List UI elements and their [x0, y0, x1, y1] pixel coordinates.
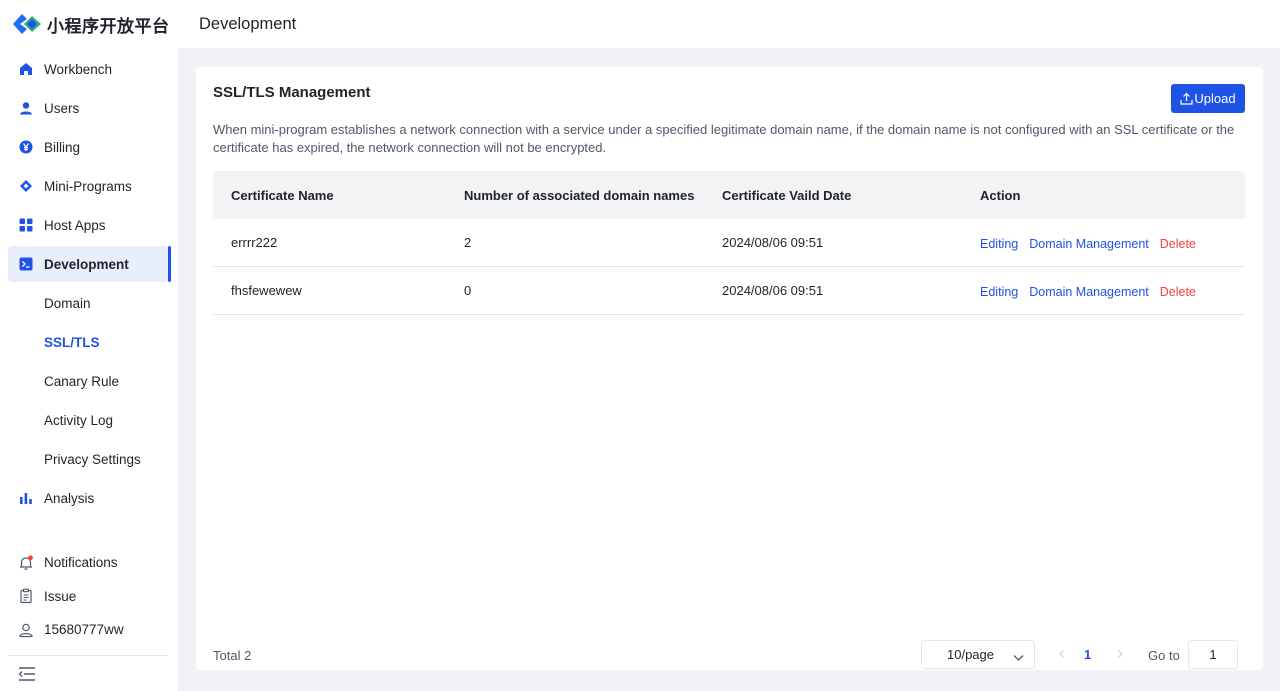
- sidebar-item-label: Mini-Programs: [44, 178, 132, 194]
- table-row: errrr222 2 2024/08/06 09:51 Editing Doma…: [213, 219, 1245, 267]
- sidebar-item-label: Development: [44, 256, 129, 272]
- pagination-bar: Total 2 10/page 1 Go to: [196, 640, 1263, 670]
- grid-icon: [18, 217, 34, 233]
- sidebar-item-label: Billing: [44, 139, 81, 155]
- certificate-name: fhsfewewew: [231, 283, 302, 298]
- delete-link[interactable]: Delete: [1160, 285, 1196, 299]
- user-account-label: 15680777ww: [44, 622, 124, 638]
- page-size-value: 10/page: [947, 647, 994, 662]
- delete-link[interactable]: Delete: [1160, 237, 1196, 251]
- page-number-current[interactable]: 1: [1084, 647, 1091, 662]
- total-count: Total 2: [213, 648, 252, 663]
- yen-coin-icon: [18, 139, 34, 155]
- edit-link[interactable]: Editing: [980, 237, 1018, 251]
- sidebar-item-analysis[interactable]: Analysis: [8, 480, 170, 516]
- clipboard-icon: [18, 588, 34, 604]
- sidebar-item-label: Workbench: [44, 61, 113, 77]
- card-description: When mini-program establishes a network …: [213, 122, 1235, 155]
- domain-count: 0: [464, 283, 472, 298]
- domain-management-link[interactable]: Domain Management: [1029, 237, 1149, 251]
- sidebar-item-label: Host Apps: [44, 217, 106, 233]
- goto-page-input[interactable]: [1188, 640, 1238, 669]
- sidebar-item-development[interactable]: Development: [8, 246, 171, 282]
- sidebar-subitem-privacy-settings[interactable]: Privacy Settings: [8, 441, 170, 477]
- sidebar-subitem-domain[interactable]: Domain: [8, 285, 170, 321]
- sidebar-divider: [8, 655, 168, 656]
- column-header: Number of associated domain names: [464, 187, 695, 203]
- sidebar-item-billing[interactable]: Billing: [8, 129, 170, 165]
- notifications-label: Notifications: [44, 555, 118, 571]
- table-header: Certificate Name Number of associated do…: [213, 171, 1245, 219]
- logo-text: 小程序开放平台: [47, 16, 170, 37]
- user-outline-icon: [18, 622, 34, 638]
- table-row: fhsfewewew 0 2024/08/06 09:51 Editing Do…: [213, 267, 1245, 315]
- next-page-icon[interactable]: [1112, 646, 1128, 662]
- sidebar-item-users[interactable]: Users: [8, 90, 170, 126]
- upload-icon: [1180, 92, 1193, 105]
- issue-item[interactable]: Issue: [0, 580, 178, 614]
- sidebar-item-label: Users: [44, 100, 80, 116]
- certificate-name: errrr222: [231, 235, 278, 250]
- certificates-table: Certificate Name Number of associated do…: [213, 171, 1245, 315]
- sidebar-subitem-canary-rule[interactable]: Canary Rule: [8, 363, 170, 399]
- sidebar-bottom: Notifications Issue 15680777ww: [0, 546, 178, 647]
- user-icon: [18, 100, 34, 116]
- bar-chart-icon: [18, 490, 34, 506]
- sidebar: 小程序开放平台 Workbench Users Billing Mini-Pro…: [0, 0, 178, 691]
- previous-page-icon[interactable]: [1054, 646, 1070, 662]
- notifications-item[interactable]: Notifications: [0, 546, 178, 580]
- terminal-icon: [18, 256, 34, 272]
- bell-icon: [18, 555, 34, 571]
- goto-label: Go to: [1148, 648, 1180, 663]
- chevron-down-icon: [1013, 650, 1024, 665]
- row-actions: Editing Domain Management Delete: [980, 283, 1245, 299]
- card-title: SSL/TLS Management: [213, 84, 371, 101]
- sidebar-item-mini-programs[interactable]: Mini-Programs: [8, 168, 170, 204]
- sidebar-subitem-ssl-tls[interactable]: SSL/TLS: [8, 324, 170, 360]
- sidebar-item-label: Analysis: [44, 490, 95, 506]
- page-title: Development: [199, 14, 297, 33]
- diamond-icon: [18, 178, 34, 194]
- logo-icon: [12, 11, 42, 37]
- edit-link[interactable]: Editing: [980, 285, 1018, 299]
- domain-count: 2: [464, 235, 472, 250]
- sidebar-item-host-apps[interactable]: Host Apps: [8, 207, 170, 243]
- home-icon: [18, 61, 34, 77]
- valid-date: 2024/08/06 09:51: [722, 283, 824, 298]
- valid-date: 2024/08/06 09:51: [722, 235, 824, 250]
- upload-label: Upload: [1194, 91, 1236, 106]
- sidebar-item-workbench[interactable]: Workbench: [8, 51, 170, 87]
- ssl-tls-card: SSL/TLS Management Upload When mini-prog…: [196, 67, 1263, 670]
- top-header: Development: [178, 0, 1280, 48]
- column-header: Certificate Vaild Date: [722, 187, 852, 203]
- domain-management-link[interactable]: Domain Management: [1029, 285, 1149, 299]
- column-header: Action: [980, 187, 1021, 203]
- upload-button[interactable]: Upload: [1171, 84, 1245, 113]
- column-header: Certificate Name: [231, 187, 334, 203]
- logo[interactable]: 小程序开放平台: [0, 0, 178, 48]
- sidebar-subitem-activity-log[interactable]: Activity Log: [8, 402, 170, 438]
- collapse-menu-icon[interactable]: [18, 665, 36, 683]
- page-size-select[interactable]: 10/page: [921, 640, 1035, 669]
- row-actions: Editing Domain Management Delete: [980, 235, 1245, 251]
- sidebar-nav: Workbench Users Billing Mini-Programs Ho…: [0, 51, 178, 519]
- user-account-item[interactable]: 15680777ww: [0, 613, 178, 647]
- issue-label: Issue: [44, 588, 77, 604]
